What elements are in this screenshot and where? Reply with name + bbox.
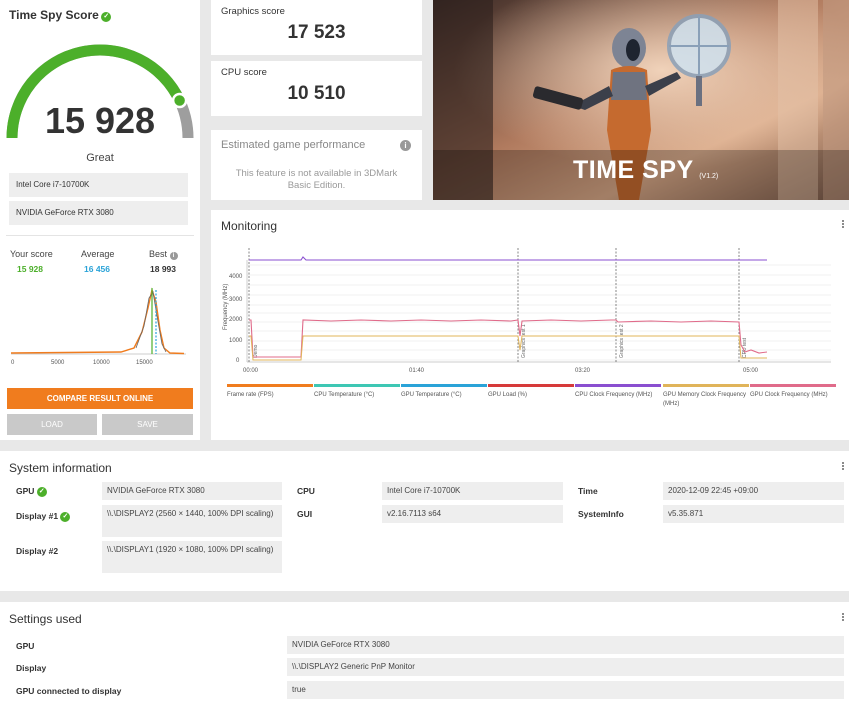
tick-0: 0 <box>11 360 15 366</box>
tick-15000: 15000 <box>136 360 153 366</box>
load-button[interactable]: LOAD <box>7 414 97 435</box>
cpu-value: Intel Core i7-10700K <box>382 482 563 500</box>
systeminfo-value: v5.35.871 <box>663 505 844 523</box>
x-tick-0000: 00:00 <box>243 368 259 374</box>
score-panel: Time Spy Score ✓ 15 928 Great Intel Core… <box>0 0 200 440</box>
cpu-name: Intel Core i7-10700K <box>9 173 188 197</box>
system-information-panel: System information GPU ✓ NVIDIA GeForce … <box>0 451 849 591</box>
score-distribution-chart: 0 5000 10000 15000 <box>10 287 186 366</box>
monitoring-title: Monitoring <box>221 219 278 233</box>
gpu-memory-clock-series <box>249 335 767 361</box>
setting-gpu-value: NVIDIA GeForce RTX 3080 <box>287 636 844 654</box>
display2-label: Display #2 <box>16 546 59 556</box>
time-label: Time <box>578 486 598 496</box>
display1-label-wrap: Display #1 ✓ <box>16 511 71 522</box>
average-label: Average <box>81 249 115 259</box>
gui-label: GUI <box>297 509 313 519</box>
gpu-name: NVIDIA GeForce RTX 3080 <box>9 201 188 225</box>
cpu-score-label: CPU score <box>221 67 267 78</box>
cpu-clock-series <box>249 256 767 261</box>
cpu-label: CPU <box>297 486 315 496</box>
estimated-message: This feature is not available in 3DMark … <box>235 168 398 191</box>
info-icon[interactable]: i <box>400 140 411 151</box>
marker-demo: Demo <box>253 344 259 358</box>
banner-title-wrap: TIME SPY (V1.2) <box>573 156 718 185</box>
divider <box>6 235 194 236</box>
setting-gpu-connected-value: true <box>287 681 844 699</box>
system-information-title: System information <box>9 461 112 475</box>
graphics-score-value: 17 523 <box>287 22 346 43</box>
setting-gpu-label: GPU <box>16 641 35 651</box>
legend-gpu-load[interactable]: GPU Load (%) <box>488 384 574 400</box>
y-axis-label: Frequency (MHz) <box>223 284 229 330</box>
settings-used-panel: Settings used GPU NVIDIA GeForce RTX 308… <box>0 602 849 707</box>
legend-frame-rate[interactable]: Frame rate (FPS) <box>227 384 313 400</box>
banner-version: (V1.2) <box>699 173 719 180</box>
more-options-icon[interactable] <box>842 220 845 229</box>
estimated-game-performance-card: Estimated game performance i This featur… <box>211 130 422 200</box>
more-options-icon[interactable] <box>842 462 845 471</box>
your-score-value: 15 928 <box>17 264 43 274</box>
monitoring-legend: Frame rate (FPS) CPU Temperature (°C) GP… <box>227 384 847 424</box>
compare-result-online-button[interactable]: COMPARE RESULT ONLINE <box>7 388 193 409</box>
tick-5000: 5000 <box>51 360 65 366</box>
settings-used-title: Settings used <box>9 612 82 626</box>
y-tick-1000: 1000 <box>229 338 243 344</box>
setting-gpu-connected-label: GPU connected to display <box>16 686 122 696</box>
x-tick-0140: 01:40 <box>409 368 425 374</box>
cpu-score-card: CPU score 10 510 <box>211 61 422 116</box>
best-label-wrap: Best i <box>149 249 178 260</box>
gpu-label-wrap: GPU ✓ <box>16 486 47 497</box>
score-rating: Great <box>86 152 114 164</box>
y-tick-3000: 3000 <box>229 297 243 303</box>
display2-value: \\.\DISPLAY1 (1920 × 1080, 100% DPI scal… <box>102 541 282 573</box>
save-button[interactable]: SAVE <box>102 414 193 435</box>
distribution-curve-shadow <box>135 290 167 353</box>
gui-value: v2.16.7113 s64 <box>382 505 563 523</box>
legend-gpu-temperature[interactable]: GPU Temperature (°C) <box>401 384 487 400</box>
y-tick-0: 0 <box>236 358 240 364</box>
cpu-score-value: 10 510 <box>287 83 346 104</box>
best-value: 18 993 <box>150 264 176 274</box>
legend-cpu-clock[interactable]: CPU Clock Frequency (MHz) <box>575 384 661 400</box>
systeminfo-label: SystemInfo <box>578 509 624 519</box>
graphics-score-label: Graphics score <box>221 6 285 17</box>
estimated-label: Estimated game performance <box>221 139 366 151</box>
check-icon: ✓ <box>36 486 47 497</box>
time-value: 2020-12-09 22:45 +09:00 <box>663 482 844 500</box>
legend-cpu-temperature[interactable]: CPU Temperature (°C) <box>314 384 400 400</box>
check-icon: ✓ <box>60 511 71 522</box>
legend-gpu-memory-clock[interactable]: GPU Memory Clock Frequency (MHz) <box>663 384 759 409</box>
average-value: 16 456 <box>84 264 110 274</box>
more-options-icon[interactable] <box>842 613 845 622</box>
x-tick-0320: 03:20 <box>575 368 591 374</box>
y-tick-2000: 2000 <box>229 317 243 323</box>
y-tick-4000: 4000 <box>229 274 243 280</box>
legend-gpu-clock[interactable]: GPU Clock Frequency (MHz) <box>750 384 836 400</box>
setting-display-label: Display <box>16 663 47 673</box>
time-spy-banner: TIME SPY (V1.2) <box>433 0 849 200</box>
gpu-clock-series <box>249 319 768 358</box>
info-icon[interactable]: i <box>169 252 178 260</box>
x-tick-0500: 05:00 <box>743 368 759 374</box>
graphics-score-card: Graphics score 17 523 <box>211 0 422 55</box>
gpu-value: NVIDIA GeForce RTX 3080 <box>102 482 282 500</box>
setting-display-value: \\.\DISPLAY2 Generic PnP Monitor <box>287 658 844 676</box>
display1-value: \\.\DISPLAY2 (2560 × 1440, 100% DPI scal… <box>102 505 282 537</box>
monitoring-panel: Monitoring Frequency (MHz) 4000 3000 200… <box>211 210 849 440</box>
your-score-label: Your score <box>10 249 53 259</box>
best-label: Best <box>149 249 168 259</box>
banner-title: TIME SPY <box>573 156 694 184</box>
marker-graphics-test-2: Graphics test 2 <box>619 324 625 358</box>
marker-graphics-test-1: Graphics test 1 <box>521 324 527 358</box>
overall-score: 15 928 <box>44 100 156 141</box>
tick-10000: 10000 <box>93 360 110 366</box>
